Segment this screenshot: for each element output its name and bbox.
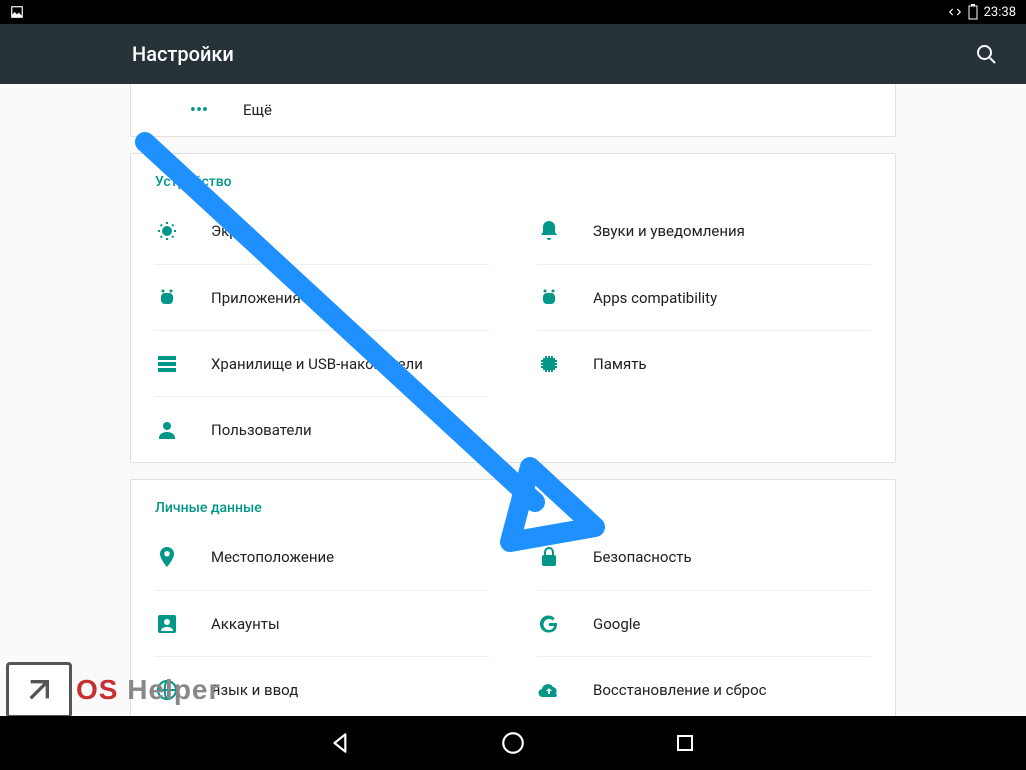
more-icon: •••	[187, 100, 211, 121]
user-icon	[155, 418, 179, 442]
code-icon	[948, 5, 962, 19]
globe-icon	[155, 678, 179, 702]
page-title: Настройки	[132, 42, 234, 66]
card-device: Устройство Экран Приложения Хранилище и …	[130, 153, 896, 463]
recent-icon	[673, 731, 697, 755]
android-icon	[537, 286, 561, 310]
item-language[interactable]: Язык и ввод	[155, 656, 489, 716]
item-label: Безопасность	[593, 548, 692, 566]
item-location[interactable]: Местоположение	[155, 524, 489, 590]
item-apps-compat[interactable]: Apps compatibility	[537, 264, 871, 330]
item-users[interactable]: Пользователи	[155, 396, 489, 462]
navigation-bar	[0, 716, 1026, 770]
app-bar: Настройки	[0, 24, 1026, 84]
device-right-col: Звуки и уведомления Apps compatibility П…	[513, 198, 895, 462]
section-title-personal: Личные данные	[131, 480, 895, 524]
item-apps[interactable]: Приложения	[155, 264, 489, 330]
item-label: Аккаунты	[211, 615, 280, 633]
item-label: Экран	[211, 222, 254, 240]
settings-content: ••• Ещё Устройство Экран Приложения	[0, 84, 1026, 716]
status-bar: 23:38	[0, 0, 1026, 24]
google-icon	[537, 612, 561, 636]
item-label: Хранилище и USB-накопители	[211, 355, 423, 373]
personal-right-col: Безопасность Google Восстановление и сбр…	[513, 524, 895, 716]
item-security[interactable]: Безопасность	[537, 524, 871, 590]
item-label: Восстановление и сброс	[593, 681, 766, 699]
nav-back-button[interactable]	[325, 727, 357, 759]
bell-icon	[537, 219, 561, 243]
account-icon	[155, 612, 179, 636]
location-icon	[155, 545, 179, 569]
item-label: Ещё	[243, 101, 272, 119]
status-right: 23:38	[948, 4, 1026, 20]
lock-icon	[537, 545, 561, 569]
item-label: Приложения	[211, 289, 301, 307]
nav-home-button[interactable]	[497, 727, 529, 759]
search-icon	[974, 42, 998, 66]
item-label: Язык и ввод	[211, 681, 298, 699]
item-label: Местоположение	[211, 548, 334, 566]
cloud-upload-icon	[537, 678, 561, 702]
item-memory[interactable]: Память	[537, 330, 871, 396]
card-wireless-more: ••• Ещё	[130, 84, 896, 137]
item-storage[interactable]: Хранилище и USB-накопители	[155, 330, 489, 396]
item-label: Apps compatibility	[593, 289, 717, 307]
item-label: Память	[593, 355, 647, 373]
nav-recent-button[interactable]	[669, 727, 701, 759]
status-time: 23:38	[984, 5, 1016, 20]
card-personal: Личные данные Местоположение Аккаунты Яз…	[130, 479, 896, 716]
display-icon	[155, 219, 179, 243]
back-icon	[328, 730, 354, 756]
android-screenshot: 23:38 Настройки ••• Ещё Устройство Экран	[0, 0, 1026, 770]
item-display[interactable]: Экран	[155, 198, 489, 264]
item-google[interactable]: Google	[537, 590, 871, 656]
item-label: Звуки и уведомления	[593, 222, 745, 240]
search-button[interactable]	[974, 42, 998, 66]
personal-left-col: Местоположение Аккаунты Язык и ввод	[131, 524, 513, 716]
memory-icon	[537, 352, 561, 376]
item-label: Пользователи	[211, 421, 312, 439]
item-label: Google	[593, 615, 640, 633]
storage-icon	[155, 352, 179, 376]
status-left	[0, 5, 24, 19]
device-left-col: Экран Приложения Хранилище и USB-накопит…	[131, 198, 513, 462]
item-more[interactable]: ••• Ещё	[131, 84, 895, 136]
section-title-device: Устройство	[131, 154, 895, 198]
apps-icon	[155, 286, 179, 310]
screenshot-icon	[10, 5, 24, 19]
item-sound[interactable]: Звуки и уведомления	[537, 198, 871, 264]
item-accounts[interactable]: Аккаунты	[155, 590, 489, 656]
item-backup[interactable]: Восстановление и сброс	[537, 656, 871, 716]
home-icon	[500, 730, 526, 756]
battery-charging-icon	[968, 4, 978, 20]
